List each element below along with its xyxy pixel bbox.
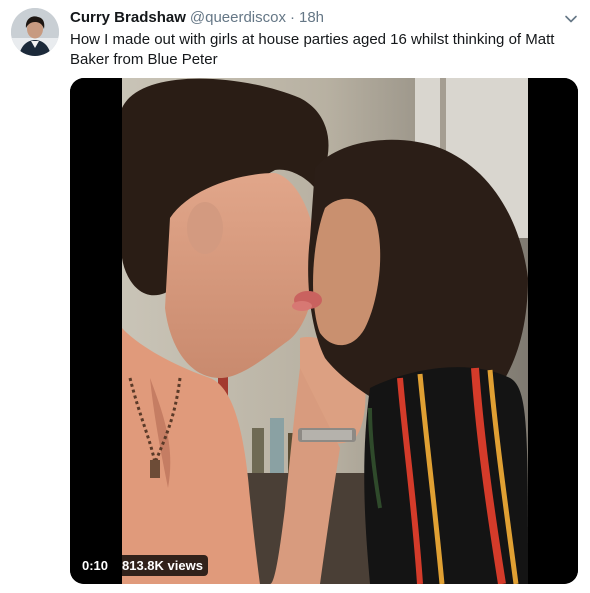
video-frame xyxy=(70,78,578,584)
tweet-header: Curry Bradshaw @queerdiscox · 18h xyxy=(70,9,324,29)
video-views-badge: 813.8K views xyxy=(117,555,208,576)
video-duration-badge: 0:10 xyxy=(77,555,114,576)
tweet-timestamp[interactable]: 18h xyxy=(299,9,324,26)
tweet-card: Curry Bradshaw @queerdiscox · 18h How I … xyxy=(0,0,590,593)
author-handle[interactable]: @queerdiscox xyxy=(190,9,286,26)
chevron-down-icon xyxy=(565,15,577,23)
tweet-text: How I made out with girls at house parti… xyxy=(70,31,555,68)
author-display-name[interactable]: Curry Bradshaw xyxy=(70,9,186,26)
avatar[interactable] xyxy=(11,8,59,56)
profile-photo-icon xyxy=(11,8,59,56)
header-separator: · xyxy=(289,9,295,26)
video-player[interactable]: 0:10 813.8K views xyxy=(70,78,578,584)
tweet-menu-button[interactable] xyxy=(561,9,581,29)
